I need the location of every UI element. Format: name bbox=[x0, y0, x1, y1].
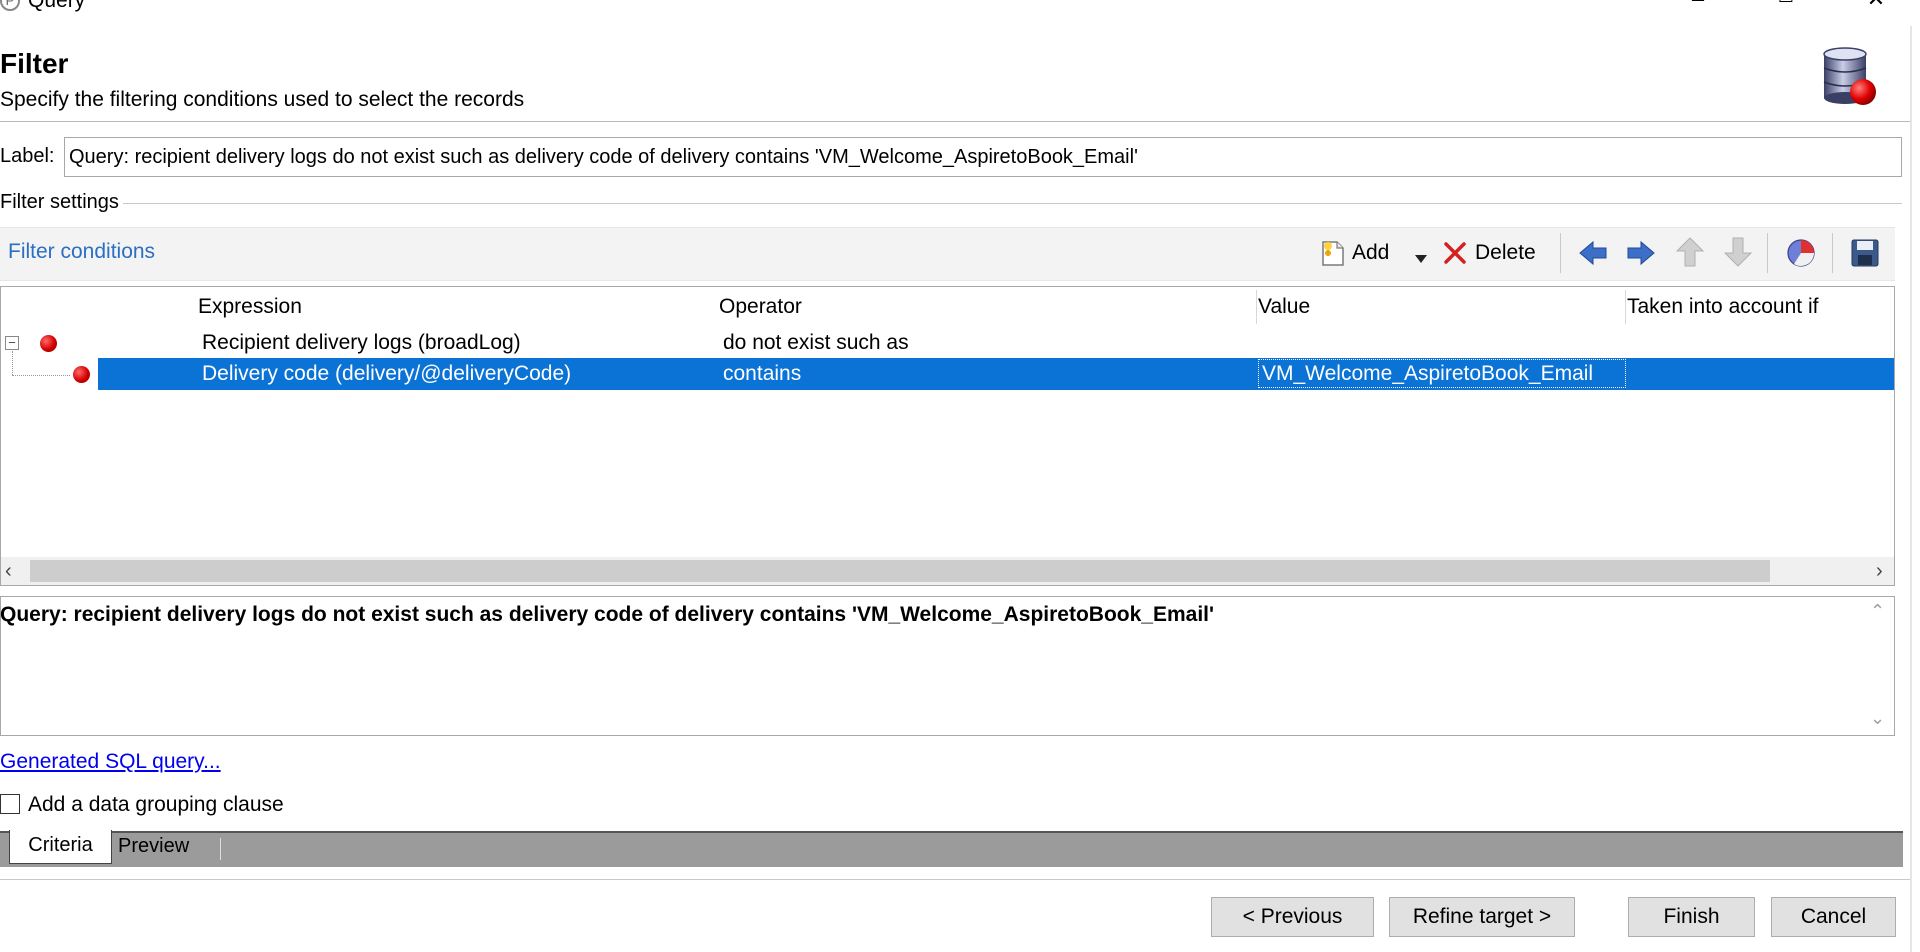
label-caption: Label: bbox=[0, 145, 55, 167]
tab-separator bbox=[220, 838, 221, 860]
add-button[interactable]: Add bbox=[1320, 236, 1389, 270]
add-button-label: Add bbox=[1352, 241, 1390, 264]
move-up-icon[interactable] bbox=[1675, 236, 1705, 274]
query-description-text: Query: recipient delivery logs do not ex… bbox=[0, 603, 1214, 626]
move-left-icon[interactable] bbox=[1578, 238, 1608, 274]
row-operator[interactable]: contains bbox=[723, 362, 801, 386]
column-header-condition[interactable]: Taken into account if bbox=[1627, 295, 1818, 319]
window-border bbox=[1910, 26, 1912, 952]
horizontal-scrollbar-thumb[interactable] bbox=[30, 560, 1770, 582]
scroll-right-icon[interactable]: › bbox=[1876, 560, 1883, 583]
distribution-chart-icon[interactable] bbox=[1786, 238, 1816, 274]
delete-button[interactable]: Delete bbox=[1443, 236, 1536, 270]
grouping-checkbox-label[interactable]: Add a data grouping clause bbox=[28, 793, 284, 817]
column-divider bbox=[1625, 290, 1626, 324]
column-header-operator[interactable]: Operator bbox=[719, 295, 802, 319]
column-header-expression[interactable]: Expression bbox=[198, 295, 302, 319]
minimize-button[interactable]: – bbox=[1678, 0, 1718, 16]
close-button[interactable]: ✕ bbox=[1856, 0, 1896, 16]
row-operator[interactable]: do not exist such as bbox=[723, 331, 909, 355]
row-value[interactable]: VM_Welcome_AspiretoBook_Email bbox=[1262, 362, 1593, 386]
row-expression[interactable]: Recipient delivery logs (broadLog) bbox=[202, 331, 521, 355]
tree-line bbox=[12, 375, 70, 377]
tab-preview[interactable]: Preview bbox=[118, 831, 189, 861]
finish-button[interactable]: Finish bbox=[1628, 897, 1755, 937]
window-title: Query * bbox=[28, 0, 100, 12]
maximize-button[interactable]: ☐ bbox=[1766, 0, 1806, 16]
scroll-down-icon[interactable]: ⌄ bbox=[1870, 708, 1885, 729]
grouping-checkbox[interactable] bbox=[0, 794, 20, 814]
database-icon bbox=[1820, 46, 1878, 108]
move-right-icon[interactable] bbox=[1626, 238, 1656, 274]
add-dropdown-icon[interactable] bbox=[1414, 246, 1428, 270]
condition-status-icon bbox=[40, 335, 57, 352]
filter-settings-divider bbox=[100, 203, 1902, 204]
page-title: Filter bbox=[0, 48, 69, 79]
delete-button-label: Delete bbox=[1475, 241, 1536, 264]
toolbar-separator bbox=[1832, 233, 1833, 273]
column-divider bbox=[1256, 290, 1257, 324]
tab-criteria[interactable]: Criteria bbox=[9, 830, 112, 864]
scroll-left-icon[interactable]: ‹ bbox=[5, 560, 12, 583]
collapse-toggle-icon[interactable]: − bbox=[5, 336, 19, 350]
column-header-value[interactable]: Value bbox=[1258, 295, 1310, 319]
move-down-icon[interactable] bbox=[1723, 236, 1753, 274]
header-divider bbox=[0, 121, 1910, 122]
scroll-up-icon[interactable]: ⌃ bbox=[1870, 601, 1885, 622]
condition-status-icon bbox=[73, 366, 90, 383]
save-icon[interactable] bbox=[1850, 238, 1880, 274]
title-bar bbox=[0, 0, 1920, 26]
filter-settings-legend: Filter settings bbox=[0, 191, 123, 214]
page-subtitle: Specify the filtering conditions used to… bbox=[0, 88, 525, 111]
toolbar-separator bbox=[1767, 233, 1768, 273]
previous-button[interactable]: < Previous bbox=[1211, 897, 1374, 937]
add-icon bbox=[1320, 238, 1346, 268]
toolbar-separator bbox=[1560, 233, 1561, 273]
row-expression[interactable]: Delivery code (delivery/@deliveryCode) bbox=[202, 362, 571, 386]
label-input[interactable] bbox=[64, 137, 1902, 177]
cancel-button[interactable]: Cancel bbox=[1771, 897, 1896, 937]
filter-conditions-label: Filter conditions bbox=[8, 240, 156, 263]
footer-divider bbox=[0, 879, 1910, 880]
tree-line bbox=[12, 351, 14, 375]
tab-bar bbox=[0, 831, 1903, 867]
delete-icon bbox=[1443, 241, 1467, 265]
refine-target-button[interactable]: Refine target > bbox=[1389, 897, 1575, 937]
generated-sql-link[interactable]: Generated SQL query... bbox=[0, 750, 221, 774]
filter-toolbar bbox=[0, 227, 1895, 281]
